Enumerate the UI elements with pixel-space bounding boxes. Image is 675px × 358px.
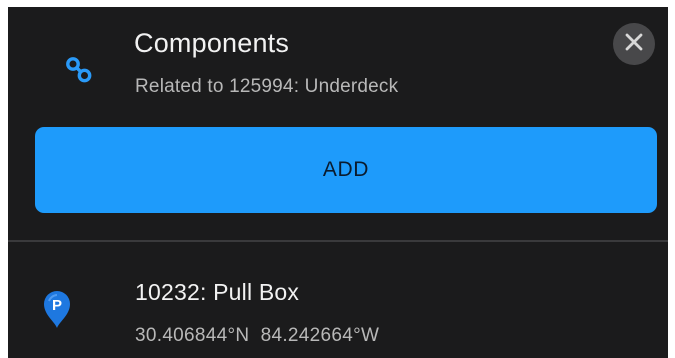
link-chain-icon bbox=[63, 54, 95, 86]
svg-text:P: P bbox=[52, 297, 62, 314]
panel-title: Components bbox=[134, 28, 290, 58]
list-item-title: 10232: Pull Box bbox=[135, 279, 300, 305]
list-item-coordinates: 30.406844°N 84.242664°W bbox=[135, 325, 380, 346]
close-button[interactable] bbox=[613, 23, 655, 65]
components-panel: Components Related to 125994: Underdeck … bbox=[8, 7, 668, 358]
add-button-label: ADD bbox=[322, 158, 370, 181]
map-pin-p-icon: P bbox=[41, 289, 73, 329]
list-item[interactable]: P 10232: Pull Box 30.406844°N 84.242664°… bbox=[8, 242, 668, 358]
add-button[interactable]: ADD bbox=[35, 127, 657, 213]
close-icon bbox=[625, 33, 643, 56]
panel-subtitle: Related to 125994: Underdeck bbox=[135, 76, 399, 97]
